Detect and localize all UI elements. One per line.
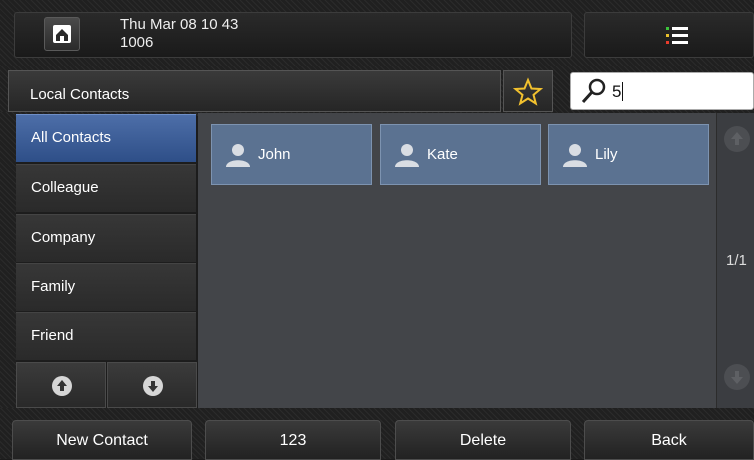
contact-tile-john[interactable]: John [211, 124, 372, 185]
back-button[interactable]: Back [584, 420, 754, 460]
sidebar-scroll-up-button[interactable] [16, 362, 106, 408]
sidebar-item-label: All Contacts [31, 129, 112, 146]
favorite-button[interactable] [503, 70, 553, 112]
person-icon [395, 144, 419, 167]
sidebar-item-friend[interactable]: Friend [16, 312, 196, 361]
contact-tile-lily[interactable]: Lily [548, 124, 709, 185]
arrow-up-icon [724, 126, 750, 152]
softkey-label: Delete [459, 432, 507, 449]
softkey-label: Back [651, 432, 687, 449]
sidebar-item-label: Company [31, 229, 96, 246]
sidebar-item-all-contacts[interactable]: All Contacts [16, 114, 196, 163]
sidebar-item-colleague[interactable]: Colleague [16, 164, 196, 213]
sidebar-scroll-down-button[interactable] [107, 362, 197, 408]
contact-tile-kate[interactable]: Kate [380, 124, 541, 185]
arrow-down-icon [724, 364, 750, 390]
home-icon [53, 25, 71, 43]
menu-button[interactable] [584, 12, 754, 58]
search-icon [581, 78, 606, 104]
left-edge [0, 112, 16, 412]
arrow-down-icon [143, 376, 163, 396]
page-indicator: 1/1 [726, 252, 747, 269]
softkey-label: New Contact [56, 432, 148, 449]
status-panel [14, 12, 572, 58]
page-down-button[interactable] [722, 362, 752, 392]
sidebar-item-label: Family [31, 278, 76, 295]
contact-name: John [258, 146, 291, 163]
softkey-label: 123 [279, 432, 307, 449]
sidebar-item-label: Friend [31, 327, 74, 344]
new-contact-button[interactable]: New Contact [12, 420, 192, 460]
date-time-text: Thu Mar 08 10 43 [120, 16, 239, 33]
person-icon [563, 144, 587, 167]
arrow-up-icon [52, 376, 72, 396]
delete-button[interactable]: Delete [395, 420, 571, 460]
status-datetime: Thu Mar 08 10 43 1006 [120, 16, 238, 52]
search-input[interactable] [570, 72, 754, 110]
sidebar-item-family[interactable]: Family [16, 263, 196, 312]
star-icon [513, 77, 543, 106]
contact-name: Lily [595, 146, 618, 163]
person-icon [226, 144, 250, 167]
extension-text: 1006 [120, 34, 154, 51]
page-up-button[interactable] [722, 124, 752, 154]
input-mode-button[interactable]: 123 [205, 420, 381, 460]
menu-list-icon [666, 27, 688, 44]
contact-name: Kate [427, 146, 458, 163]
home-button[interactable] [44, 17, 80, 51]
search-value: 5 [612, 82, 624, 101]
sidebar-item-label: Colleague [31, 179, 99, 196]
page-title: Local Contacts [30, 86, 130, 103]
sidebar-item-company[interactable]: Company [16, 214, 196, 263]
